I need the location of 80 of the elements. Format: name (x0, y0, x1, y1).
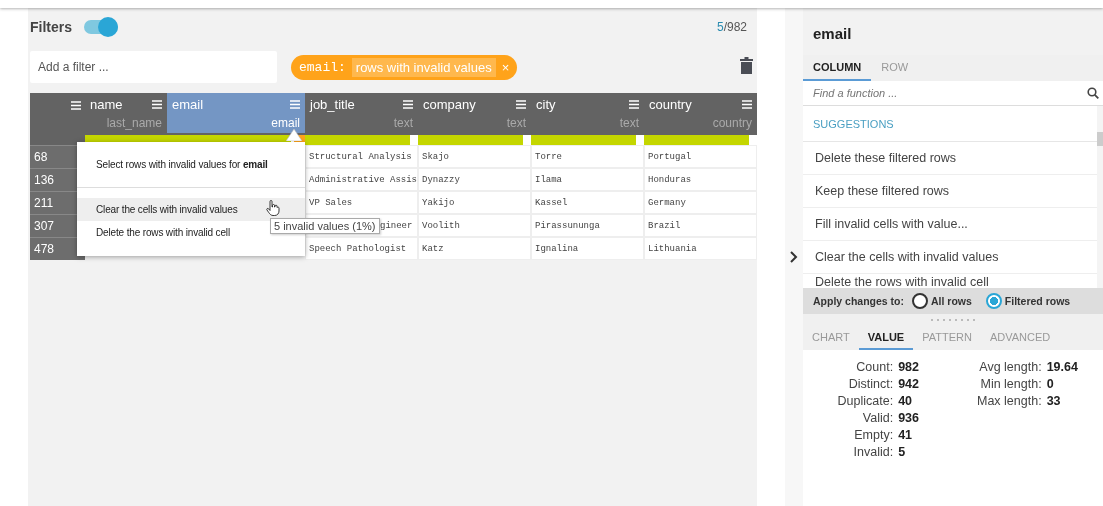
stat-label: Min length: (979, 377, 1042, 391)
stat-value: 5 (898, 445, 907, 459)
table-cell: Brazil (644, 214, 757, 237)
column-type: text (393, 116, 413, 130)
stat-label: Invalid: (852, 445, 894, 459)
apply-label: Apply changes to: (813, 295, 904, 307)
radio-option[interactable]: Filtered rows (985, 293, 1071, 309)
stat-value: 0 (1046, 377, 1055, 391)
stat-label: Distinct: (847, 377, 894, 391)
column-type: last_name (106, 116, 162, 130)
chip-column: email: (299, 59, 346, 75)
column-name: name (90, 97, 123, 112)
stat-value: 40 (898, 394, 914, 408)
table-cell: Pirassununga (531, 214, 644, 237)
menu-icon[interactable] (403, 100, 413, 109)
stat-label: Max length: (977, 394, 1042, 408)
column-header[interactable]: company text (418, 93, 531, 133)
resize-handle[interactable] (931, 318, 975, 322)
table-cell: Kassel (531, 191, 644, 214)
column-header[interactable]: city text (531, 93, 644, 133)
table-cell: Speech Pathologist (305, 237, 418, 260)
column-name: company (423, 97, 476, 112)
table-cell: Structural Analysis (305, 145, 418, 168)
table-cell: Administrative Assis (305, 168, 418, 191)
table-cell: Lithuania (644, 237, 757, 260)
table-cell: Torre (531, 145, 644, 168)
menu-icon[interactable] (742, 100, 752, 109)
hand-cursor-icon (266, 200, 280, 216)
column-header[interactable]: name last_name (85, 93, 167, 133)
column-type: email (271, 116, 300, 130)
column-name: country (649, 97, 692, 112)
stat-value: 942 (898, 377, 919, 391)
table-cell: Voolith (418, 214, 531, 237)
tooltip: 5 invalid values (1%) (270, 218, 380, 234)
scrollbar[interactable] (1097, 106, 1103, 288)
function-search-field[interactable]: Find a function ... (803, 81, 1103, 105)
table-cell: Katz (418, 237, 531, 260)
table-cell: Skajo (418, 145, 531, 168)
column-type: country (712, 116, 752, 130)
stat-label: Duplicate: (837, 394, 894, 408)
radio-option[interactable]: All rows (912, 293, 972, 309)
column-header[interactable]: job_title text (305, 93, 418, 133)
menu-item[interactable]: Clear the cells with invalid values (77, 198, 305, 221)
chip-value: rows with invalid values (351, 57, 496, 77)
filter-input[interactable]: Add a filter ... (30, 51, 277, 83)
table-cell: Ignalina (531, 237, 644, 260)
table-cell: Honduras (644, 168, 757, 191)
stat-value: 41 (898, 428, 914, 442)
filter-count: 5/982 (716, 20, 747, 34)
column-name: job_title (310, 97, 355, 112)
suggestion-item[interactable]: Delete the rows with invalid cell (803, 274, 1097, 288)
table-cell: Dynazzy (418, 168, 531, 191)
stat-label: Avg length: (978, 360, 1042, 374)
menu-icon[interactable] (152, 100, 162, 109)
table-cell: VP Sales (305, 191, 418, 214)
table-cell: Ilama (531, 168, 644, 191)
stat-value: 982 (898, 360, 919, 374)
menu-icon[interactable] (71, 101, 81, 110)
table-cell: Yakijo (418, 191, 531, 214)
stat-value: 19.64 (1046, 360, 1078, 374)
chevron-right-icon[interactable] (790, 251, 798, 263)
stat-label: Valid: (861, 411, 894, 425)
stat-value: 33 (1046, 394, 1062, 408)
stat-value: 936 (898, 411, 919, 425)
menu-icon[interactable] (629, 100, 639, 109)
filters-label: Filters (30, 19, 72, 35)
column-header[interactable]: country country (644, 93, 757, 133)
stat-label: Empty: (853, 428, 894, 442)
table-cell: Germany (644, 191, 757, 214)
search-icon[interactable] (1087, 87, 1099, 99)
column-type: text (619, 116, 639, 130)
column-type: text (506, 116, 526, 130)
trash-icon[interactable] (740, 56, 753, 74)
table-cell: Portugal (644, 145, 757, 168)
filters-toggle[interactable] (84, 20, 118, 34)
menu-icon[interactable] (516, 100, 526, 109)
column-name: city (536, 97, 556, 112)
stat-label: Count: (855, 360, 894, 374)
menu-icon[interactable] (290, 100, 300, 109)
column-name: email (172, 97, 204, 112)
